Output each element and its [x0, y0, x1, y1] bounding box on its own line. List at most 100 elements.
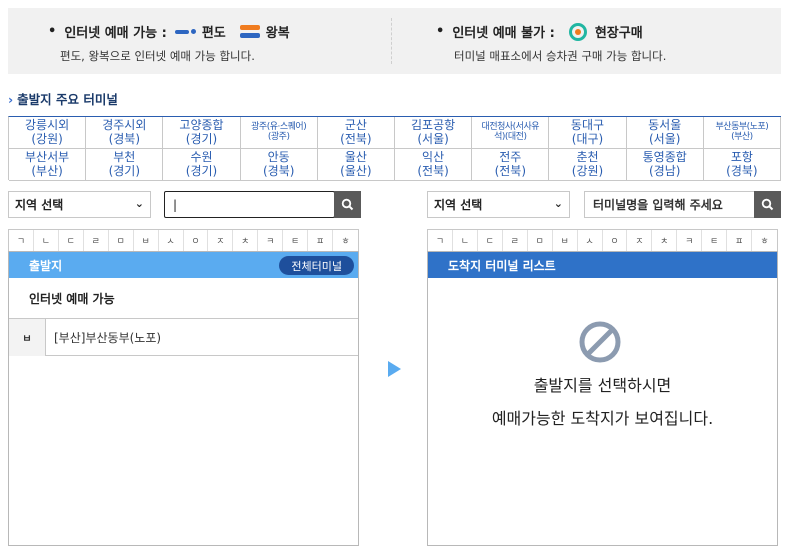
- terminal-link[interactable]: 광주(유·스퀘어) (광주): [240, 117, 318, 149]
- arrival-search-input[interactable]: [584, 191, 755, 218]
- terminal-region: (전북): [417, 163, 449, 178]
- terminal-name: 강릉시외: [25, 118, 70, 133]
- terminal-region: (부산): [731, 131, 753, 142]
- consonant-index-item[interactable]: ㅊ: [233, 230, 259, 251]
- consonant-index-item[interactable]: ㄷ: [59, 230, 84, 251]
- terminal-region: (전북): [340, 131, 372, 146]
- legend-online: • 인터넷 예매 가능 : 편도 왕복 편도, 왕복으로 인터넷 예매 가능 합…: [8, 8, 391, 74]
- terminal-link[interactable]: 동대구 (대구): [549, 117, 627, 149]
- arrival-header-label: 도착지 터미널 리스트: [448, 258, 556, 273]
- departure-terminal-list: ㅂ [부산]부산동부(노포): [9, 318, 358, 356]
- terminal-name: 군산: [344, 118, 367, 133]
- legend-offline-title: • 인터넷 예매 불가 : 현장구매: [436, 22, 643, 41]
- consonant-index-item[interactable]: ㅌ: [702, 230, 728, 251]
- terminal-link[interactable]: 춘천 (강원): [549, 149, 627, 181]
- terminal-link[interactable]: 포항 (경북): [703, 149, 781, 181]
- terminal-region: (전북): [494, 163, 527, 178]
- consonant-index-item[interactable]: ㅍ: [308, 230, 334, 251]
- terminal-name: 안동: [267, 150, 290, 165]
- consonant-index-item[interactable]: ㄹ: [84, 230, 109, 251]
- terminal-link[interactable]: 부산동부(노포) (부산): [703, 117, 781, 149]
- terminal-name: 동서울: [648, 118, 682, 133]
- consonant-index-item[interactable]: ㅎ: [333, 230, 358, 251]
- terminal-region: (대구): [571, 131, 604, 146]
- online-available-title: 인터넷 예매 가능: [9, 278, 358, 319]
- terminal-name: 익산: [422, 150, 445, 165]
- consonant-index-item[interactable]: ㄷ: [478, 230, 503, 251]
- departure-consonant-index: ㄱㄴㄷㄹㅁㅂㅅㅇㅈㅊㅋㅌㅍㅎ: [8, 229, 359, 251]
- search-icon: [341, 198, 354, 211]
- consonant-index-item[interactable]: ㅇ: [603, 230, 628, 251]
- arrival-panel-header: 도착지 터미널 리스트: [428, 252, 777, 278]
- list-item[interactable]: ㅂ [부산]부산동부(노포): [9, 318, 358, 356]
- departure-panel: 출발지 전체터미널 인터넷 예매 가능 ㅂ [부산]부산동부(노포): [8, 251, 359, 546]
- terminal-link[interactable]: 익산 (전북): [394, 149, 473, 181]
- consonant-index-item[interactable]: ㅂ: [553, 230, 578, 251]
- row-terminal-name: [부산]부산동부(노포): [54, 330, 162, 345]
- terminal-name: 통영종합: [642, 150, 687, 165]
- terminal-link[interactable]: 울산 (울산): [317, 149, 395, 181]
- row-index-key: ㅂ: [9, 318, 46, 356]
- terminal-name: 김포공항: [411, 118, 456, 133]
- departure-panel-header: 출발지 전체터미널: [9, 252, 358, 278]
- departure-region-select-value: 지역 선택: [15, 198, 64, 212]
- consonant-index-item[interactable]: ㅂ: [134, 230, 159, 251]
- terminal-link[interactable]: 고양종합 (경기): [163, 117, 241, 149]
- consonant-index-item[interactable]: ㅋ: [258, 230, 284, 251]
- departure-search-button[interactable]: [334, 191, 361, 218]
- consonant-index-item[interactable]: ㄴ: [34, 230, 59, 251]
- departure-search-input[interactable]: [164, 191, 335, 218]
- terminal-region: 석)(대전): [494, 131, 527, 142]
- arrival-region-select-value: 지역 선택: [434, 198, 483, 212]
- departure-header-label: 출발지: [29, 258, 63, 273]
- terminal-link[interactable]: 군산 (전북): [317, 117, 395, 149]
- arrival-region-select[interactable]: 지역 선택 ⌄: [427, 191, 570, 218]
- consonant-index-item[interactable]: ㅌ: [283, 230, 309, 251]
- consonant-index-item[interactable]: ㅈ: [208, 230, 234, 251]
- consonant-index-item[interactable]: ㄹ: [503, 230, 528, 251]
- consonant-index-item[interactable]: ㅁ: [528, 230, 553, 251]
- terminal-name: 부산서부: [25, 150, 70, 165]
- terminal-name: 포항: [730, 150, 753, 165]
- online-title-text: 인터넷 예매 가능 :: [64, 26, 167, 41]
- terminal-region: (서울): [417, 131, 449, 146]
- terminal-name: 동대구: [570, 118, 605, 133]
- terminal-link[interactable]: 경주시외 (경북): [86, 117, 164, 149]
- booking-legend: • 인터넷 예매 가능 : 편도 왕복 편도, 왕복으로 인터넷 예매 가능 합…: [8, 8, 781, 74]
- arrow-right-icon: [388, 361, 401, 377]
- consonant-index-item[interactable]: ㅋ: [677, 230, 703, 251]
- terminal-link[interactable]: 안동 (경북): [240, 149, 318, 181]
- onsite-purchase-icon: [568, 22, 587, 41]
- consonant-index-item[interactable]: ㅍ: [727, 230, 753, 251]
- arrival-search-button[interactable]: [754, 191, 781, 218]
- terminal-link[interactable]: 김포공항 (서울): [394, 117, 473, 149]
- chevron-right-icon: ›: [8, 92, 14, 107]
- consonant-index-item[interactable]: ㅈ: [627, 230, 653, 251]
- consonant-index-item[interactable]: ㅅ: [159, 230, 184, 251]
- terminal-link[interactable]: 강릉시외 (강원): [9, 117, 87, 149]
- terminal-link[interactable]: 동서울 (서울): [626, 117, 704, 149]
- terminal-region: (경북): [262, 163, 295, 178]
- onsite-label: 현장구매: [594, 26, 643, 41]
- terminal-link[interactable]: 부산서부 (부산): [9, 149, 87, 181]
- terminal-link[interactable]: 부천 (경기): [86, 149, 164, 181]
- consonant-index-item[interactable]: ㅅ: [578, 230, 603, 251]
- consonant-index-item[interactable]: ㅇ: [184, 230, 209, 251]
- departure-region-select[interactable]: 지역 선택 ⌄: [8, 191, 151, 218]
- terminal-link[interactable]: 대전청사(서사유 석)(대전): [472, 117, 550, 149]
- terminal-region: (강원): [571, 163, 604, 178]
- terminal-link[interactable]: 통영종합 (경남): [626, 149, 704, 181]
- terminal-link[interactable]: 수원 (경기): [163, 149, 241, 181]
- terminal-name: 전주: [499, 150, 522, 165]
- consonant-index-item[interactable]: ㅊ: [652, 230, 678, 251]
- consonant-index-item[interactable]: ㅁ: [109, 230, 134, 251]
- all-terminals-button[interactable]: 전체터미널: [279, 256, 354, 275]
- terminal-name: 부천: [113, 150, 136, 165]
- consonant-index-item[interactable]: ㄴ: [453, 230, 478, 251]
- consonant-index-item[interactable]: ㄱ: [428, 230, 453, 251]
- consonant-index-item[interactable]: ㅎ: [752, 230, 777, 251]
- legend-online-title: • 인터넷 예매 가능 : 편도 왕복: [48, 22, 290, 41]
- consonant-index-item[interactable]: ㄱ: [9, 230, 34, 251]
- terminal-link[interactable]: 전주 (전북): [472, 149, 550, 181]
- chevron-down-icon: ⌄: [553, 197, 563, 210]
